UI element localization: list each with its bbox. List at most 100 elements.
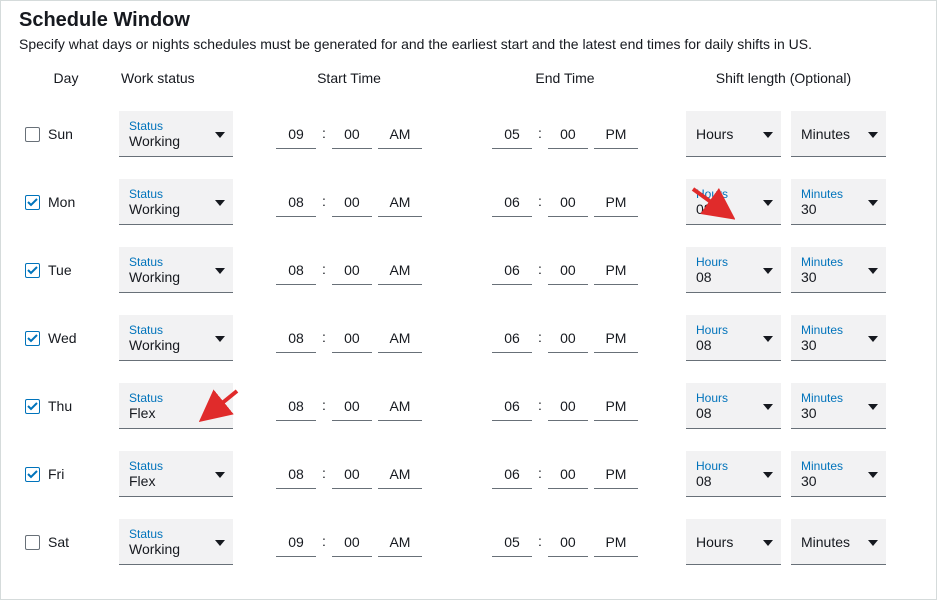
shift-hours-dropdown[interactable]: Hours08 (686, 247, 781, 293)
day-label: Wed (48, 330, 77, 346)
chevron-down-icon (215, 268, 225, 274)
day-checkbox[interactable] (25, 535, 40, 550)
end-hour-input[interactable]: 06 (492, 392, 532, 421)
day-cell: Wed (19, 330, 103, 346)
start-ampm-toggle[interactable]: AM (378, 392, 422, 421)
day-checkbox[interactable] (25, 263, 40, 278)
start-ampm-toggle[interactable]: AM (378, 460, 422, 489)
end-minute-input[interactable]: 00 (548, 324, 588, 353)
shift-minutes-dropdown[interactable]: Minutes30 (791, 451, 886, 497)
day-checkbox[interactable] (25, 467, 40, 482)
day-checkbox[interactable] (25, 399, 40, 414)
shift-hours-dropdown[interactable]: Hours (686, 111, 781, 157)
shift-hours-dropdown[interactable]: Hours08 (686, 451, 781, 497)
chevron-down-icon (868, 472, 878, 478)
shift-length: HoursMinutes (681, 519, 886, 565)
col-header-day: Day (19, 70, 103, 86)
shift-minutes-dropdown-value: 30 (801, 337, 843, 354)
end-ampm-toggle[interactable]: PM (594, 188, 638, 217)
start-minute-input[interactable]: 00 (332, 392, 372, 421)
day-checkbox[interactable] (25, 331, 40, 346)
status-dropdown[interactable]: StatusWorking (119, 179, 233, 225)
status-label: Status (129, 119, 180, 133)
start-minute-input[interactable]: 00 (332, 460, 372, 489)
status-dropdown[interactable]: StatusWorking (119, 111, 233, 157)
start-minute-input[interactable]: 00 (332, 188, 372, 217)
start-ampm-toggle[interactable]: AM (378, 528, 422, 557)
status-cell: StatusFlex (119, 451, 233, 497)
shift-minutes-dropdown[interactable]: Minutes (791, 111, 886, 157)
end-hour-input[interactable]: 06 (492, 324, 532, 353)
status-dropdown[interactable]: StatusWorking (119, 519, 233, 565)
start-hour-input[interactable]: 09 (276, 528, 316, 557)
status-dropdown[interactable]: StatusFlex (119, 383, 233, 429)
start-minute-input[interactable]: 00 (332, 528, 372, 557)
start-hour-input[interactable]: 08 (276, 324, 316, 353)
end-hour-input[interactable]: 06 (492, 460, 532, 489)
start-hour-input[interactable]: 08 (276, 392, 316, 421)
shift-hours-dropdown[interactable]: Hours08 (686, 315, 781, 361)
status-dropdown[interactable]: StatusFlex (119, 451, 233, 497)
end-minute-input[interactable]: 00 (548, 256, 588, 285)
chevron-down-icon (868, 540, 878, 546)
chevron-down-icon (215, 540, 225, 546)
status-cell: StatusFlex (119, 383, 233, 429)
start-hour-input[interactable]: 08 (276, 188, 316, 217)
shift-hours-dropdown-label: Hours (696, 323, 728, 337)
start-ampm-toggle[interactable]: AM (378, 256, 422, 285)
end-minute-input[interactable]: 00 (548, 392, 588, 421)
end-ampm-toggle[interactable]: PM (594, 324, 638, 353)
status-dropdown[interactable]: StatusWorking (119, 247, 233, 293)
end-hour-input[interactable]: 05 (492, 120, 532, 149)
shift-hours-dropdown[interactable]: Hours08 (686, 179, 781, 225)
end-minute-input[interactable]: 00 (548, 188, 588, 217)
shift-minutes-dropdown-label: Minutes (801, 391, 843, 405)
day-label: Mon (48, 194, 75, 210)
start-ampm-toggle[interactable]: AM (378, 324, 422, 353)
shift-hours-dropdown[interactable]: Hours08 (686, 383, 781, 429)
shift-hours-dropdown-value: 08 (696, 201, 728, 218)
start-minute-input[interactable]: 00 (332, 324, 372, 353)
end-minute-input[interactable]: 00 (548, 528, 588, 557)
end-ampm-toggle[interactable]: PM (594, 392, 638, 421)
end-minute-input[interactable]: 00 (548, 120, 588, 149)
shift-minutes-dropdown-label: Minutes (801, 126, 850, 143)
end-time: 06:00PM (465, 324, 665, 353)
shift-minutes-dropdown[interactable]: Minutes30 (791, 247, 886, 293)
start-ampm-toggle[interactable]: AM (378, 188, 422, 217)
status-cell: StatusWorking (119, 247, 233, 293)
day-checkbox[interactable] (25, 195, 40, 210)
end-minute-input[interactable]: 00 (548, 460, 588, 489)
start-hour-input[interactable]: 08 (276, 256, 316, 285)
shift-minutes-dropdown-value: 30 (801, 405, 843, 422)
shift-minutes-dropdown[interactable]: Minutes30 (791, 179, 886, 225)
start-time: 08:00AM (249, 460, 449, 489)
start-ampm-toggle[interactable]: AM (378, 120, 422, 149)
status-dropdown[interactable]: StatusWorking (119, 315, 233, 361)
end-hour-input[interactable]: 06 (492, 188, 532, 217)
start-minute-input[interactable]: 00 (332, 120, 372, 149)
shift-hours-dropdown-label: Hours (696, 187, 728, 201)
shift-hours-dropdown[interactable]: Hours (686, 519, 781, 565)
end-hour-input[interactable]: 06 (492, 256, 532, 285)
shift-minutes-dropdown[interactable]: Minutes30 (791, 383, 886, 429)
start-hour-input[interactable]: 08 (276, 460, 316, 489)
time-colon: : (538, 533, 542, 551)
chevron-down-icon (215, 132, 225, 138)
day-checkbox[interactable] (25, 127, 40, 142)
end-ampm-toggle[interactable]: PM (594, 528, 638, 557)
status-label: Status (129, 187, 180, 201)
end-ampm-toggle[interactable]: PM (594, 256, 638, 285)
start-minute-input[interactable]: 00 (332, 256, 372, 285)
end-hour-input[interactable]: 05 (492, 528, 532, 557)
day-row-tue: TueStatusWorking08:00AM06:00PMHours08Min… (19, 236, 918, 304)
shift-minutes-dropdown[interactable]: Minutes (791, 519, 886, 565)
chevron-down-icon (215, 404, 225, 410)
shift-minutes-dropdown[interactable]: Minutes30 (791, 315, 886, 361)
day-cell: Fri (19, 466, 103, 482)
day-cell: Sun (19, 126, 103, 142)
end-ampm-toggle[interactable]: PM (594, 460, 638, 489)
day-cell: Thu (19, 398, 103, 414)
end-ampm-toggle[interactable]: PM (594, 120, 638, 149)
start-hour-input[interactable]: 09 (276, 120, 316, 149)
